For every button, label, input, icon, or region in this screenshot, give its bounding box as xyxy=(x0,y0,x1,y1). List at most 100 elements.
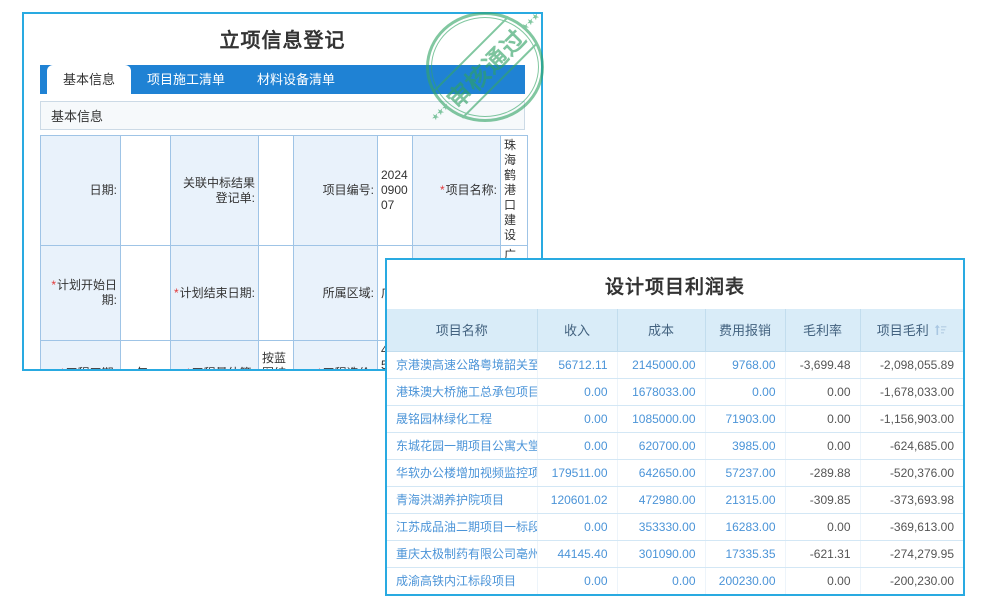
project-name-link[interactable]: 华软办公楼增加视频监控项 xyxy=(387,459,537,486)
profit-table-row: 东城花园一期项目公寓大堂0.00620700.003985.000.00-624… xyxy=(387,432,963,459)
cell-profit: -369,613.00 xyxy=(860,513,963,540)
cell-expense: 71903.00 xyxy=(705,405,785,432)
profit-table-header-row: 项目名称收入成本费用报销毛利率项目毛利 xyxy=(387,309,963,351)
cell-margin: -621.31 xyxy=(785,540,860,567)
project-name-link[interactable]: 重庆太极制药有限公司亳州 xyxy=(387,540,537,567)
form-field-label: 日期: xyxy=(41,136,121,246)
required-asterisk-icon: * xyxy=(60,366,65,372)
cell-income: 0.00 xyxy=(537,378,617,405)
cell-expense: 0.00 xyxy=(705,378,785,405)
cell-cost: 353330.00 xyxy=(617,513,705,540)
tab-construction-list[interactable]: 项目施工清单 xyxy=(131,65,241,94)
cell-profit: -2,098,055.89 xyxy=(860,351,963,378)
form-row: 日期:关联中标结果登记单:项目编号:2024090007*项目名称:珠海鹤港口建… xyxy=(41,136,528,246)
cell-margin: 0.00 xyxy=(785,432,860,459)
cell-profit: -1,156,903.00 xyxy=(860,405,963,432)
form-field-label: *工程量估算: xyxy=(171,341,259,372)
cell-cost: 1678033.00 xyxy=(617,378,705,405)
profit-table-row: 江苏成品油二期项目一标段0.00353330.0016283.000.00-36… xyxy=(387,513,963,540)
cell-margin: -289.88 xyxy=(785,459,860,486)
profit-table-row: 重庆太极制药有限公司亳州44145.40301090.0017335.35-62… xyxy=(387,540,963,567)
column-header-5[interactable]: 毛利率 xyxy=(785,309,860,351)
project-name-link[interactable]: 港珠澳大桥施工总承包项目 xyxy=(387,378,537,405)
cell-income: 0.00 xyxy=(537,567,617,594)
cell-profit: -274,279.95 xyxy=(860,540,963,567)
cell-income: 0.00 xyxy=(537,513,617,540)
column-header-3[interactable]: 成本 xyxy=(617,309,705,351)
cell-margin: 0.00 xyxy=(785,567,860,594)
cell-expense: 17335.35 xyxy=(705,540,785,567)
cell-income: 56712.11 xyxy=(537,351,617,378)
form-field-label: *计划结束日期: xyxy=(171,246,259,341)
required-asterisk-icon: * xyxy=(174,286,179,300)
project-name-link[interactable]: 青海洪湖养护院项目 xyxy=(387,486,537,513)
cell-income: 0.00 xyxy=(537,405,617,432)
form-field-value[interactable] xyxy=(121,246,171,341)
profit-table-title: 设计项目利润表 xyxy=(387,260,963,309)
tab-material-equipment-list[interactable]: 材料设备清单 xyxy=(241,65,351,94)
cell-profit: -200,230.00 xyxy=(860,567,963,594)
form-field-label: *工程造价: xyxy=(294,341,378,372)
column-header-1[interactable]: 项目名称 xyxy=(387,309,537,351)
approval-stamp: ★★★ 审核通过 ★★★ xyxy=(426,12,544,122)
form-field-label: 项目编号: xyxy=(294,136,378,246)
required-asterisk-icon: * xyxy=(51,278,56,292)
form-field-value[interactable]: 一年 xyxy=(121,341,171,372)
project-name-link[interactable]: 成渝高铁内江标段项目 xyxy=(387,567,537,594)
profit-table-row: 成渝高铁内江标段项目0.000.00200230.000.00-200,230.… xyxy=(387,567,963,594)
form-field-value[interactable]: 按蓝图结算 xyxy=(259,341,294,372)
profit-table-row: 华软办公楼增加视频监控项179511.00642650.0057237.00-2… xyxy=(387,459,963,486)
project-name-link[interactable]: 东城花园一期项目公寓大堂 xyxy=(387,432,537,459)
cell-margin: 0.00 xyxy=(785,513,860,540)
cell-cost: 2145000.00 xyxy=(617,351,705,378)
profit-table: 项目名称收入成本费用报销毛利率项目毛利 京港澳高速公路粤境韶关至56712.11… xyxy=(387,309,963,594)
cell-cost: 1085000.00 xyxy=(617,405,705,432)
column-header-6[interactable]: 项目毛利 xyxy=(860,309,963,351)
profit-table-row: 港珠澳大桥施工总承包项目0.001678033.000.000.00-1,678… xyxy=(387,378,963,405)
form-field-label: 关联中标结果登记单: xyxy=(171,136,259,246)
cell-cost: 642650.00 xyxy=(617,459,705,486)
cell-cost: 301090.00 xyxy=(617,540,705,567)
cell-expense: 200230.00 xyxy=(705,567,785,594)
cell-expense: 3985.00 xyxy=(705,432,785,459)
cell-expense: 9768.00 xyxy=(705,351,785,378)
form-field-value[interactable]: 2024090007 xyxy=(378,136,413,246)
cell-income: 120601.02 xyxy=(537,486,617,513)
cell-margin: -309.85 xyxy=(785,486,860,513)
cell-expense: 21315.00 xyxy=(705,486,785,513)
cell-expense: 57237.00 xyxy=(705,459,785,486)
form-field-label: *工程工期: xyxy=(41,341,121,372)
profit-table-row: 青海洪湖养护院项目120601.02472980.0021315.00-309.… xyxy=(387,486,963,513)
form-field-value[interactable]: 珠海鹤港口建设 xyxy=(501,136,528,246)
cell-profit: -373,693.98 xyxy=(860,486,963,513)
cell-margin: -3,699.48 xyxy=(785,351,860,378)
stamp-stars-icon: ★★★ xyxy=(429,101,452,124)
project-name-link[interactable]: 晟铭园林绿化工程 xyxy=(387,405,537,432)
cell-profit: -624,685.00 xyxy=(860,432,963,459)
cell-cost: 472980.00 xyxy=(617,486,705,513)
form-field-label: *计划开始日期: xyxy=(41,246,121,341)
tab-basic-info[interactable]: 基本信息 xyxy=(47,65,131,94)
required-asterisk-icon: * xyxy=(440,183,445,197)
project-name-link[interactable]: 京港澳高速公路粤境韶关至 xyxy=(387,351,537,378)
column-header-2[interactable]: 收入 xyxy=(537,309,617,351)
cell-cost: 0.00 xyxy=(617,567,705,594)
form-field-value[interactable] xyxy=(121,136,171,246)
form-field-value[interactable] xyxy=(259,136,294,246)
form-field-label: 所属区域: xyxy=(294,246,378,341)
cell-profit: -1,678,033.00 xyxy=(860,378,963,405)
profit-table-body: 京港澳高速公路粤境韶关至56712.112145000.009768.00-3,… xyxy=(387,351,963,594)
required-asterisk-icon: * xyxy=(317,366,322,372)
column-header-4[interactable]: 费用报销 xyxy=(705,309,785,351)
required-asterisk-icon: * xyxy=(186,366,191,372)
cell-income: 0.00 xyxy=(537,432,617,459)
form-field-value[interactable] xyxy=(259,246,294,341)
cell-margin: 0.00 xyxy=(785,405,860,432)
project-name-link[interactable]: 江苏成品油二期项目一标段 xyxy=(387,513,537,540)
cell-profit: -520,376.00 xyxy=(860,459,963,486)
cell-income: 44145.40 xyxy=(537,540,617,567)
profit-table-window: 设计项目利润表 项目名称收入成本费用报销毛利率项目毛利 京港澳高速公路粤境韶关至… xyxy=(385,258,965,596)
profit-table-row: 晟铭园林绿化工程0.001085000.0071903.000.00-1,156… xyxy=(387,405,963,432)
sort-icon[interactable] xyxy=(934,324,947,339)
cell-income: 179511.00 xyxy=(537,459,617,486)
